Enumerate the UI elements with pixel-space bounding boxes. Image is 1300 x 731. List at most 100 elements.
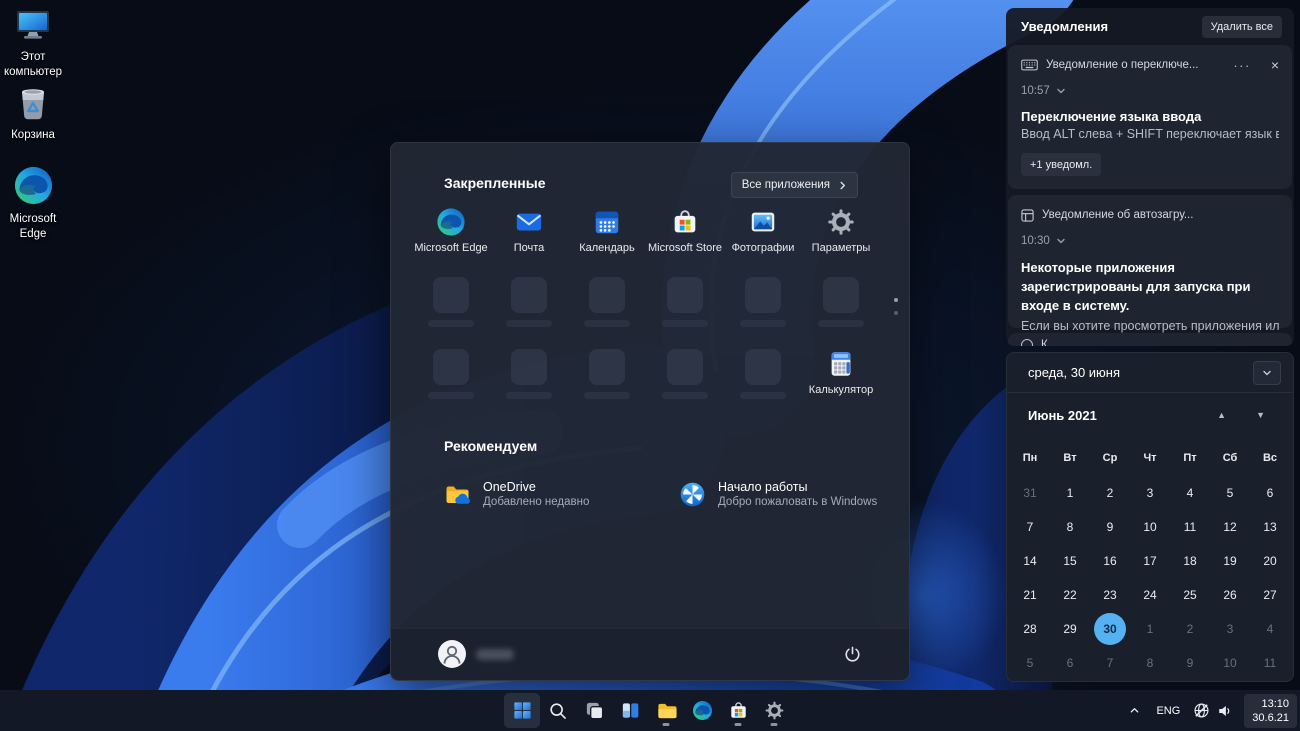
desktop-icon-edge[interactable]: Microsoft Edge (0, 165, 71, 242)
page-dot[interactable] (894, 311, 898, 315)
page-dot-active[interactable] (894, 298, 898, 302)
calendar-day[interactable]: 4 (1170, 476, 1210, 510)
recommended-item-onedrive[interactable]: OneDrive Добавлено недавно (444, 472, 676, 516)
calendar-day[interactable]: 31 (1010, 476, 1050, 510)
calendar-day[interactable]: 9 (1170, 646, 1210, 680)
file-explorer-button[interactable] (648, 693, 684, 728)
calendar-day[interactable]: 8 (1050, 510, 1090, 544)
loading-row-2 (412, 349, 802, 405)
calendar-day[interactable]: 4 (1250, 612, 1290, 646)
pinned-app-photos[interactable]: Фотографии (724, 205, 802, 265)
calendar-day[interactable]: 5 (1010, 646, 1050, 680)
calendar-day[interactable]: 10 (1210, 646, 1250, 680)
loading-tile[interactable] (568, 277, 646, 333)
calendar-day[interactable]: 12 (1210, 510, 1250, 544)
calendar-day[interactable]: 5 (1210, 476, 1250, 510)
calendar-day[interactable]: 7 (1010, 510, 1050, 544)
calendar-day[interactable]: 23 (1090, 578, 1130, 612)
calendar-day-selected[interactable]: 30 (1090, 612, 1130, 646)
clear-all-button[interactable]: Удалить все (1201, 15, 1282, 38)
pinned-app-settings[interactable]: Параметры (802, 205, 880, 265)
network-button[interactable] (1189, 695, 1213, 727)
user-avatar[interactable] (438, 640, 466, 668)
calendar-day[interactable]: 16 (1090, 544, 1130, 578)
calendar-day[interactable]: 1 (1130, 612, 1170, 646)
pinned-app-edge[interactable]: Microsoft Edge (412, 205, 490, 265)
calendar-day[interactable]: 8 (1130, 646, 1170, 680)
more-notifications-button[interactable]: +1 уведомл. (1021, 153, 1102, 176)
calendar-day[interactable]: 10 (1130, 510, 1170, 544)
calendar-day[interactable]: 14 (1010, 544, 1050, 578)
calendar-day[interactable]: 2 (1170, 612, 1210, 646)
calendar-day[interactable]: 7 (1090, 646, 1130, 680)
calendar-day[interactable]: 28 (1010, 612, 1050, 646)
pinned-app-calendar[interactable]: Календарь (568, 205, 646, 265)
loading-tile[interactable] (490, 277, 568, 333)
calendar-day[interactable]: 18 (1170, 544, 1210, 578)
calendar-day[interactable]: 25 (1170, 578, 1210, 612)
calendar-day[interactable]: 11 (1170, 510, 1210, 544)
language-indicator[interactable]: ENG (1147, 695, 1189, 727)
calendar-month-label: Июнь 2021 (1028, 408, 1097, 423)
desktop-icon-this-pc[interactable]: Этот компьютер (0, 8, 71, 80)
start-button[interactable] (504, 693, 540, 728)
close-icon[interactable]: × (1271, 58, 1279, 72)
notification-time[interactable]: 10:30 (1021, 235, 1279, 247)
notification-card[interactable]: Уведомление об автозагру... 10:30 Некото… (1008, 195, 1292, 333)
all-apps-button[interactable]: Все приложения (730, 172, 858, 198)
calendar-day[interactable]: 15 (1050, 544, 1090, 578)
volume-button[interactable] (1213, 695, 1237, 727)
calendar-day[interactable]: 20 (1250, 544, 1290, 578)
power-button[interactable] (837, 639, 867, 669)
calendar-day[interactable]: 3 (1210, 612, 1250, 646)
loading-tile[interactable] (646, 277, 724, 333)
more-options-icon[interactable]: ··· (1233, 58, 1251, 73)
settings-button[interactable] (756, 693, 792, 728)
pinned-app-store[interactable]: Microsoft Store (646, 205, 724, 265)
loading-tile[interactable] (412, 277, 490, 333)
calendar-prev-month-icon[interactable]: ▲ (1217, 411, 1226, 420)
calendar-day[interactable]: 11 (1250, 646, 1290, 680)
loading-tile[interactable] (724, 277, 802, 333)
recommended-item-get-started[interactable]: Начало работы Добро пожаловать в Windows (679, 472, 911, 516)
notification-app-title: Уведомление о переключе... (1046, 59, 1199, 71)
notification-card-clipped[interactable]: К (1008, 333, 1292, 346)
calendar-day[interactable]: 24 (1130, 578, 1170, 612)
pinned-app-calculator[interactable]: Калькулятор (802, 349, 880, 396)
calendar-collapse-button[interactable] (1253, 360, 1281, 385)
calendar-day[interactable]: 13 (1250, 510, 1290, 544)
calendar-day[interactable]: 9 (1090, 510, 1130, 544)
calendar-day[interactable]: 21 (1010, 578, 1050, 612)
widgets-button[interactable] (612, 693, 648, 728)
calendar-day[interactable]: 2 (1090, 476, 1130, 510)
edge-button[interactable] (684, 693, 720, 728)
calendar-day[interactable]: 17 (1130, 544, 1170, 578)
store-button[interactable] (720, 693, 756, 728)
recommended-title: Начало работы (718, 480, 808, 494)
calendar-day[interactable]: 26 (1210, 578, 1250, 612)
notification-card[interactable]: Уведомление о переключе... ··· × 10:57 П… (1008, 45, 1292, 189)
calendar-day[interactable]: 27 (1250, 578, 1290, 612)
loading-tile[interactable] (412, 349, 490, 405)
pinned-page-dots[interactable] (894, 298, 900, 315)
calendar-day[interactable]: 1 (1050, 476, 1090, 510)
calendar-day[interactable]: 29 (1050, 612, 1090, 646)
clock[interactable]: 13:10 30.6.21 (1244, 693, 1297, 728)
loading-tile[interactable] (568, 349, 646, 405)
notification-time[interactable]: 10:57 (1021, 85, 1279, 97)
loading-tile[interactable] (724, 349, 802, 405)
show-hidden-icons-button[interactable] (1121, 695, 1147, 727)
calendar-day[interactable]: 3 (1130, 476, 1170, 510)
task-view-button[interactable] (576, 693, 612, 728)
desktop-icon-recycle-bin[interactable]: Корзина (0, 82, 71, 143)
calendar-day[interactable]: 19 (1210, 544, 1250, 578)
calendar-day[interactable]: 22 (1050, 578, 1090, 612)
calendar-day[interactable]: 6 (1250, 476, 1290, 510)
pinned-app-mail[interactable]: Почта (490, 205, 568, 265)
search-button[interactable] (540, 693, 576, 728)
calendar-day[interactable]: 6 (1050, 646, 1090, 680)
calendar-next-month-icon[interactable]: ▼ (1256, 411, 1265, 420)
loading-tile[interactable] (646, 349, 724, 405)
loading-tile[interactable] (802, 277, 880, 333)
loading-tile[interactable] (490, 349, 568, 405)
